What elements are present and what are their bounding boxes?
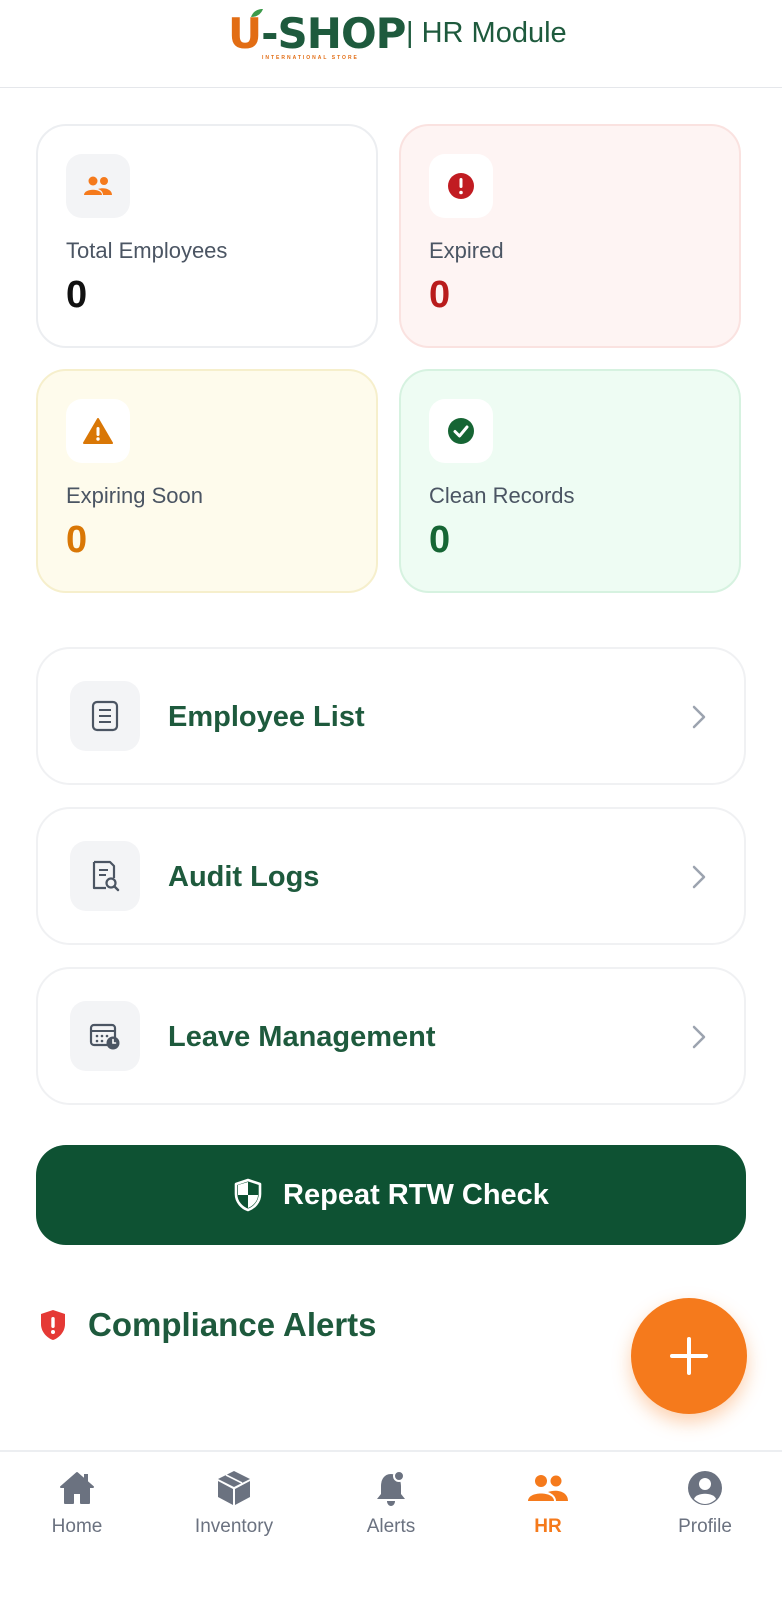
stat-label: Total Employees	[66, 238, 228, 263]
repeat-rtw-check-button[interactable]: Repeat RTW Check	[36, 1145, 746, 1245]
users-icon	[66, 154, 130, 218]
nav-item-profile[interactable]: Profile	[640, 1466, 770, 1538]
stat-value: 0	[66, 519, 88, 561]
shield-alert-icon	[41, 1310, 65, 1340]
shield-icon	[234, 1178, 262, 1212]
stat-label: Expiring Soon	[66, 483, 203, 508]
box-icon	[212, 1466, 256, 1510]
warning-triangle-icon	[66, 399, 130, 463]
stat-label: Expired	[429, 238, 504, 263]
document-search-icon	[70, 841, 140, 911]
stat-card-total-employees[interactable]: Total Employees 0	[36, 124, 378, 348]
home-icon	[55, 1466, 99, 1510]
nav-item-home[interactable]: Home	[12, 1466, 142, 1538]
chevron-right-icon	[692, 1025, 706, 1049]
alert-circle-icon	[429, 154, 493, 218]
users-icon	[526, 1466, 570, 1510]
app-header: U-SHOP INTERNATIONAL STORE | HR Module	[0, 0, 782, 88]
add-fab-button[interactable]	[631, 1298, 747, 1414]
menu-leave-management[interactable]: Leave Management	[36, 967, 746, 1105]
nav-item-alerts[interactable]: Alerts	[326, 1466, 456, 1538]
nav-item-inventory[interactable]: Inventory	[169, 1466, 299, 1538]
leaf-icon	[251, 9, 263, 17]
compliance-alerts-heading: Compliance Alerts	[38, 1306, 377, 1344]
stat-value: 0	[429, 519, 451, 561]
bell-icon	[369, 1466, 413, 1510]
menu-label: Audit Logs	[168, 861, 320, 893]
bottom-navigation: Home Inventory Alerts HR Profile	[0, 1450, 782, 1600]
chevron-right-icon	[692, 705, 706, 729]
menu-audit-logs[interactable]: Audit Logs	[36, 807, 746, 945]
stat-card-expired[interactable]: Expired 0	[399, 124, 741, 348]
list-document-icon	[70, 681, 140, 751]
nav-item-hr[interactable]: HR	[483, 1466, 613, 1538]
calendar-clock-icon	[70, 1001, 140, 1071]
user-circle-icon	[683, 1466, 727, 1510]
ushop-logo[interactable]: U-SHOP INTERNATIONAL STORE	[228, 6, 406, 62]
menu-employee-list[interactable]: Employee List	[36, 647, 746, 785]
plus-icon	[670, 1337, 708, 1375]
check-circle-icon	[429, 399, 493, 463]
stat-value: 0	[66, 274, 88, 316]
chevron-right-icon	[692, 865, 706, 889]
stat-card-clean-records[interactable]: Clean Records 0	[399, 369, 741, 593]
module-title: | HR Module	[406, 17, 567, 49]
menu-label: Employee List	[168, 701, 365, 733]
stat-label: Clean Records	[429, 483, 575, 508]
stat-value: 0	[429, 274, 451, 316]
menu-label: Leave Management	[168, 1021, 436, 1053]
stat-card-expiring-soon[interactable]: Expiring Soon 0	[36, 369, 378, 593]
